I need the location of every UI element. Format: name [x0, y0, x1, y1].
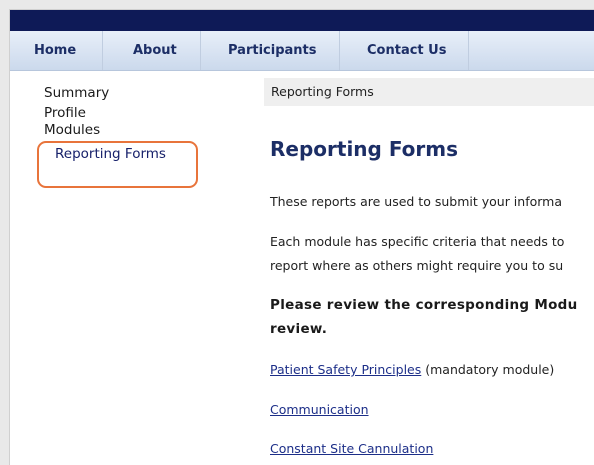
site-header	[10, 10, 594, 31]
review-text-line2: review.	[270, 321, 328, 337]
sidebar-item-summary[interactable]: Summary	[44, 83, 166, 103]
top-nav: Home About Participants Contact Us	[10, 31, 594, 71]
nav-participants[interactable]: Participants	[201, 31, 340, 70]
module-item-constant-site-cannulation: Constant Site Cannulation	[270, 441, 433, 456]
criteria-text-line1: Each module has specific criteria that n…	[270, 234, 565, 249]
sidebar-item-profile[interactable]: Profile	[44, 103, 166, 123]
link-constant-site-cannulation[interactable]: Constant Site Cannulation	[270, 441, 433, 456]
module-item-patient-safety: Patient Safety Principles (mandatory mod…	[270, 362, 554, 377]
criteria-text-line2: report where as others might require you…	[270, 258, 564, 273]
link-communication[interactable]: Communication	[270, 402, 369, 417]
link-patient-safety-principles[interactable]: Patient Safety Principles	[270, 362, 421, 377]
nav-contact-us[interactable]: Contact Us	[340, 31, 469, 70]
page-title: Reporting Forms	[270, 137, 459, 161]
sidebar: Summary Profile Modules Reporting Forms	[44, 83, 166, 164]
nav-about[interactable]: About	[103, 31, 201, 70]
sidebar-item-modules[interactable]: Modules	[44, 123, 166, 138]
review-text-line1: Please review the corresponding Modu	[270, 297, 578, 313]
nav-home[interactable]: Home	[10, 31, 103, 70]
mandatory-note: (mandatory module)	[421, 362, 555, 377]
breadcrumb: Reporting Forms	[264, 78, 594, 106]
intro-text: These reports are used to submit your in…	[270, 194, 563, 209]
sidebar-item-reporting-forms[interactable]: Reporting Forms	[55, 144, 166, 164]
module-item-communication: Communication	[270, 402, 369, 417]
